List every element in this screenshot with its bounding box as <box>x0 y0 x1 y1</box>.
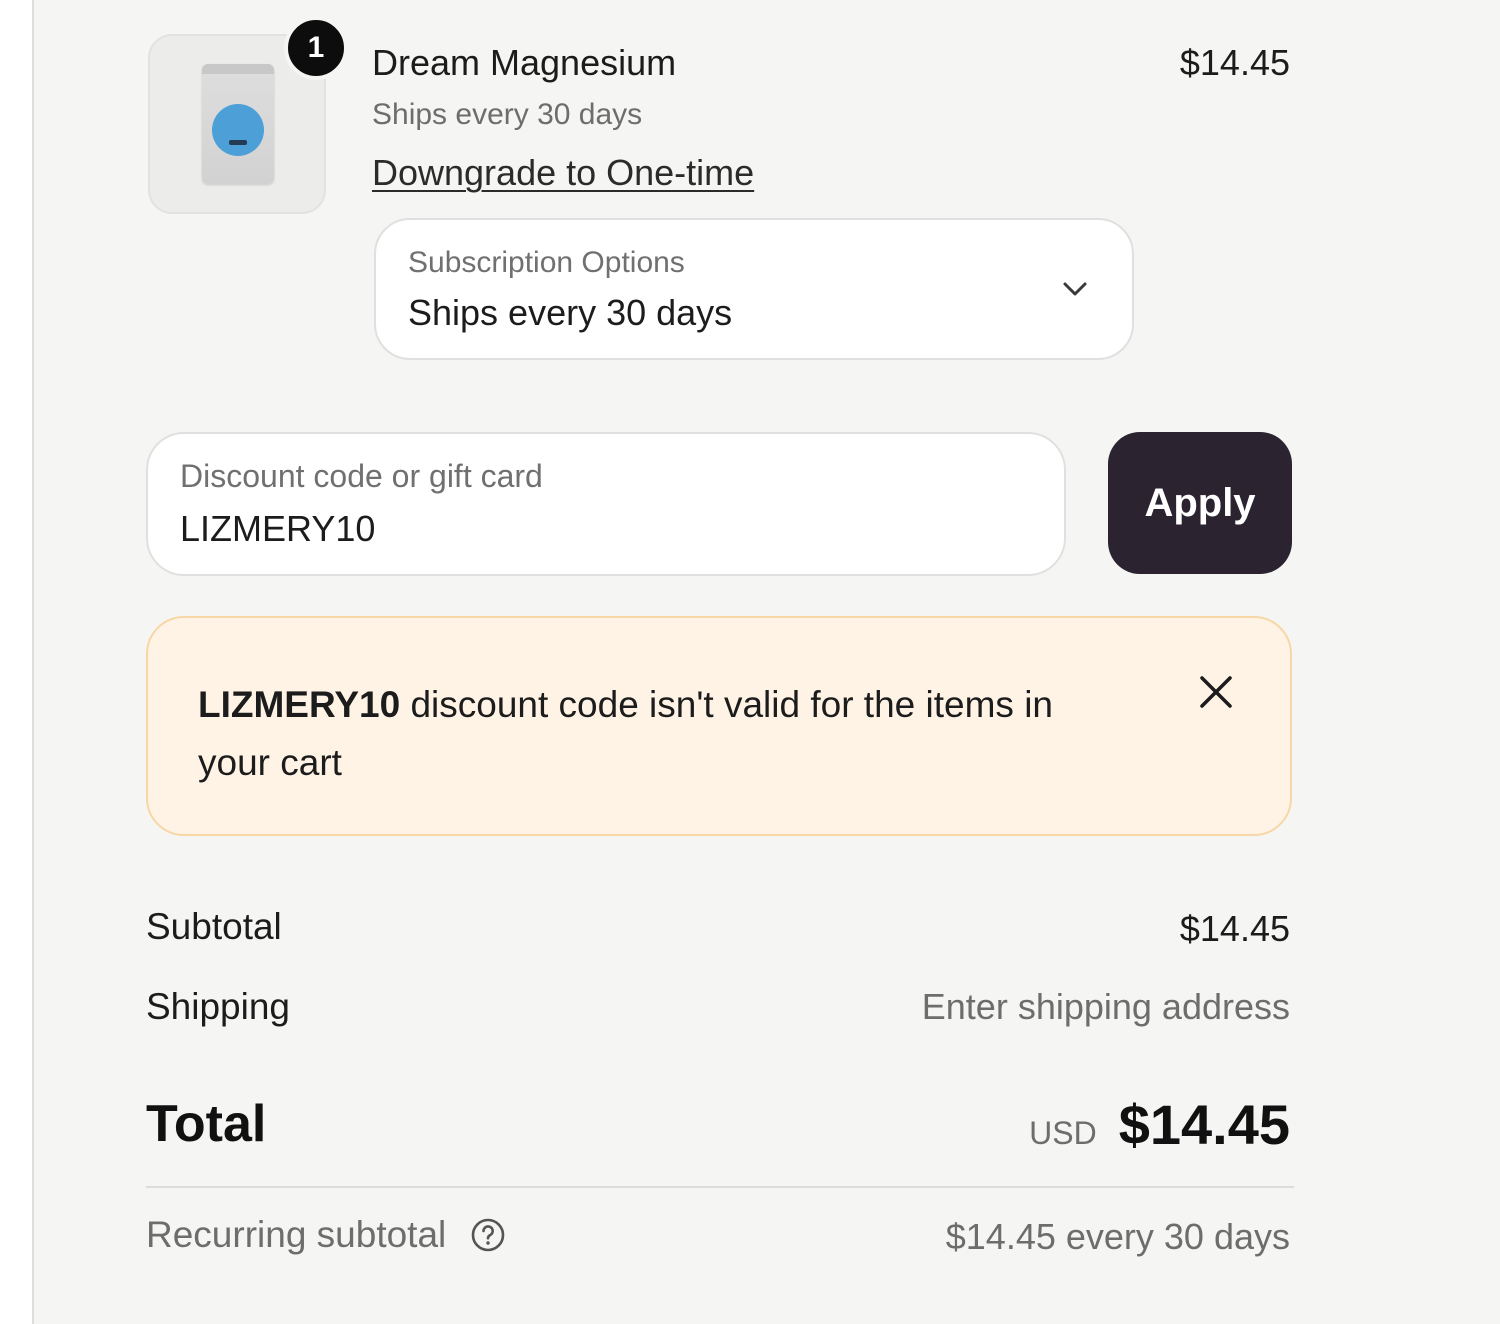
order-summary-panel: 1 Dream Magnesium Ships every 30 days Do… <box>32 0 1500 1324</box>
subtotal-label: Subtotal <box>146 906 282 947</box>
shipping-value: Enter shipping address <box>921 986 1290 1027</box>
help-circle-icon[interactable] <box>470 1217 506 1253</box>
discount-warning-message: LIZMERY10 discount code isn't valid for … <box>198 676 1128 792</box>
subscription-options-label: Subscription Options <box>408 246 685 279</box>
close-icon[interactable] <box>1196 672 1236 712</box>
total-label: Total <box>146 1095 267 1153</box>
shipping-label: Shipping <box>146 986 291 1027</box>
product-pouch-icon <box>202 64 274 184</box>
product-frequency: Ships every 30 days <box>372 98 643 131</box>
apply-button[interactable]: Apply <box>1108 432 1292 574</box>
subscription-options-value: Ships every 30 days <box>408 292 733 333</box>
recurring-subtotal-row: Recurring subtotal <box>146 1214 506 1256</box>
total-amount: USD $14.45 <box>1029 1092 1290 1157</box>
product-price: $14.45 <box>1179 42 1290 83</box>
recurring-subtotal-value: $14.45 every 30 days <box>945 1216 1290 1257</box>
discount-code-value[interactable]: LIZMERY10 <box>180 508 375 550</box>
recurring-subtotal-label: Recurring subtotal <box>146 1214 447 1255</box>
chevron-down-icon <box>1063 282 1087 296</box>
product-name: Dream Magnesium <box>372 42 677 83</box>
discount-code-label: Discount code or gift card <box>180 458 543 494</box>
discount-warning-code: LIZMERY10 <box>198 684 401 725</box>
discount-code-field[interactable]: Discount code or gift card LIZMERY10 <box>146 432 1066 576</box>
subscription-options-select[interactable]: Subscription Options Ships every 30 days <box>374 218 1134 360</box>
total-value: $14.45 <box>1118 1093 1290 1156</box>
total-currency: USD <box>1029 1115 1097 1151</box>
discount-warning-banner: LIZMERY10 discount code isn't valid for … <box>146 616 1292 836</box>
downgrade-one-time-link[interactable]: Downgrade to One-time <box>372 152 754 194</box>
quantity-badge: 1 <box>284 16 348 80</box>
summary-divider <box>146 1186 1294 1188</box>
subtotal-value: $14.45 <box>1179 908 1290 949</box>
